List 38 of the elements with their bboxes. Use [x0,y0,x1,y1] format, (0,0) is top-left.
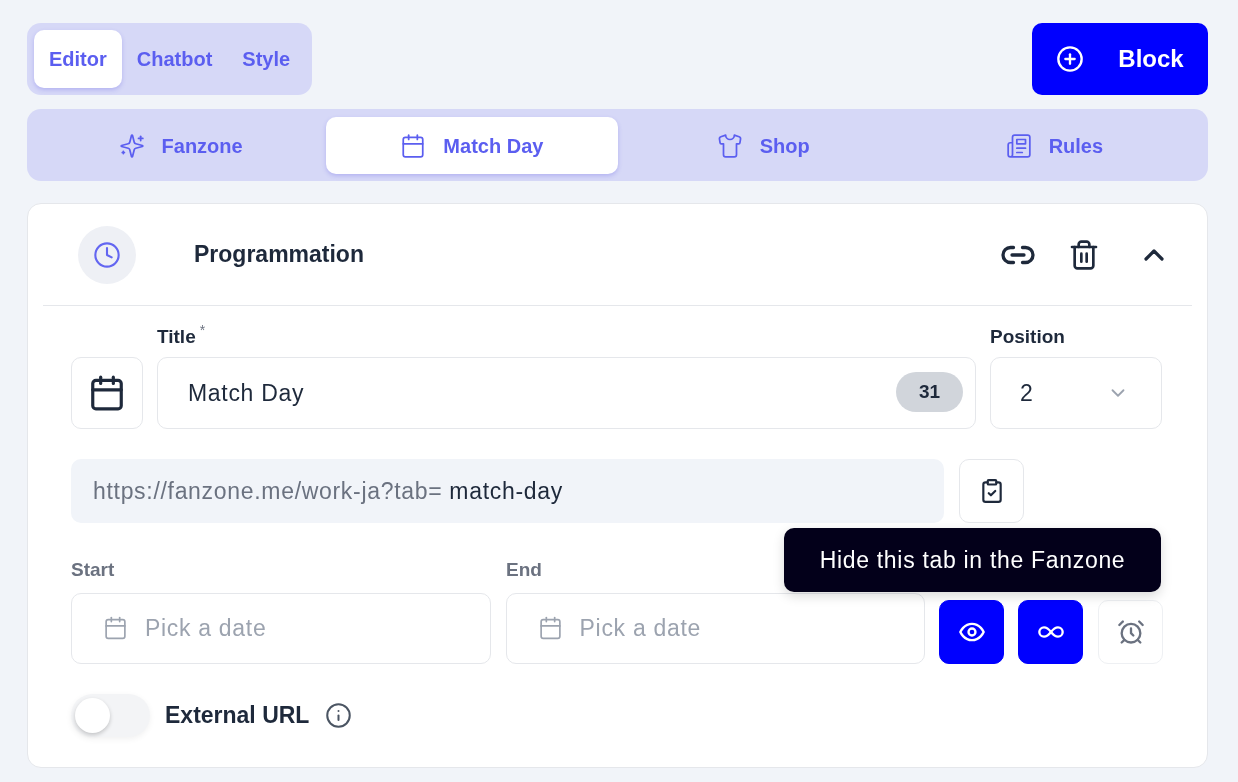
toggle-label: External URL [165,701,310,731]
mode-tab[interactable]: Editor [34,30,122,88]
required-mark: * [199,323,206,337]
plus-circle-icon [1056,45,1085,73]
eye-button[interactable] [939,600,1005,664]
section-tab[interactable]: Rules [908,117,1200,174]
url-slug: match-day [449,476,563,506]
sparkles-icon [118,132,145,159]
calendar-icon [103,615,128,641]
mode-tab[interactable]: Chatbot [121,30,228,88]
icon-picker-button[interactable] [71,357,143,429]
field-label: Position [990,325,1065,349]
date-input[interactable]: Pick a date [505,593,926,664]
url-field[interactable]: https://fanzone.me/work-ja?tab= match-day [71,459,944,523]
copy-button[interactable] [959,459,1024,523]
infinity-button[interactable] [1018,600,1084,664]
alarm-clock-icon [1116,618,1145,646]
info-icon[interactable] [325,702,353,729]
toggle-switch[interactable] [71,694,150,737]
field-label: Title [157,325,196,349]
newspaper-icon [1005,132,1032,159]
calendar-icon [537,615,563,641]
section-tab[interactable]: Fanzone [35,117,327,174]
tooltip: Hide this tab in the Fanzone [784,528,1161,592]
calendar-icon [88,373,126,413]
section-tab[interactable]: Match Day [326,117,618,174]
url-prefix: https://fanzone.me/work-ja?tab= [93,476,443,506]
add-block-button[interactable]: Block [1032,23,1208,95]
shirt-icon [716,132,743,159]
field-label: End [506,558,542,582]
section-title: Programmation [194,240,364,270]
date-input[interactable]: Pick a date [71,593,491,664]
alarm-clock-button[interactable] [1098,600,1163,664]
position-select[interactable]: 2 [990,357,1162,429]
calendar-icon [400,132,427,159]
field-label: Start [71,558,115,582]
section-tab[interactable]: Shop [617,117,909,174]
mode-tab[interactable]: Style [227,30,306,88]
